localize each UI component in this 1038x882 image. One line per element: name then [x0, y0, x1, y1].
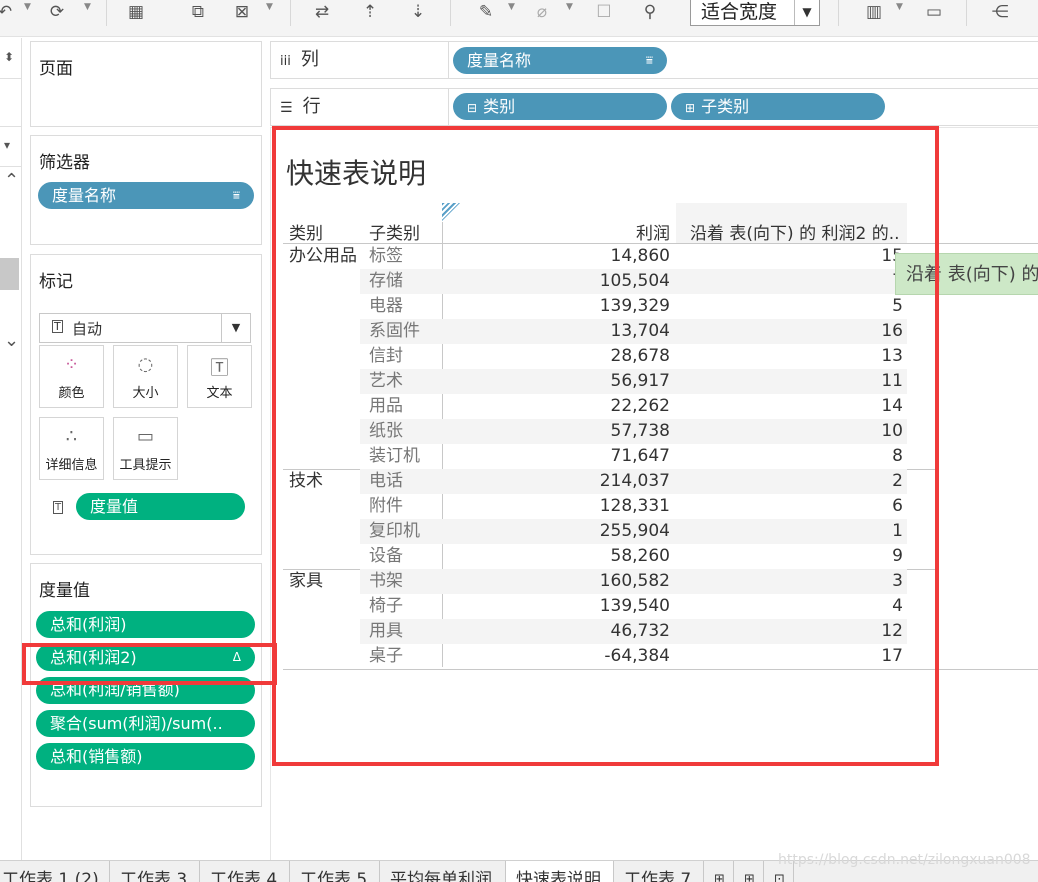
measure-pill-label: 总和(销售额): [50, 747, 143, 766]
marks-measure-values-pill[interactable]: 度量值: [76, 493, 245, 520]
mark-type-select[interactable]: T 自动 ▼: [39, 313, 251, 343]
watermark: https://blog.csdn.net/zilongxuan008: [778, 852, 1031, 868]
sort-icon: ⩸: [232, 188, 240, 202]
label-icon[interactable]: ☐: [592, 0, 616, 24]
color-button-label: 颜色: [58, 386, 85, 401]
marks-title: 标记: [39, 272, 73, 292]
chevron-down-icon: ▼: [794, 0, 819, 25]
columns-shelf-label: iii 列: [271, 42, 449, 78]
rows-icon: ☰: [280, 100, 293, 116]
redo-icon[interactable]: ⟳: [46, 0, 68, 24]
chevron-down-icon[interactable]: ▼: [84, 2, 91, 12]
tooltip-button-label: 工具提示: [119, 458, 172, 473]
size-button[interactable]: ◌ 大小: [113, 345, 178, 408]
measure-pill[interactable]: 总和(销售额): [36, 743, 255, 770]
new-worksheet-icon[interactable]: ▦: [124, 0, 148, 24]
filter-pill-measure-names[interactable]: 度量名称 ⩸: [38, 182, 254, 209]
scroll-up-icon[interactable]: ⌃: [4, 170, 19, 191]
chevron-down-icon[interactable]: ▼: [566, 2, 573, 12]
chevron-down-icon: ▼: [221, 314, 250, 342]
tab-sheet[interactable]: 工作表 1 (2): [0, 861, 110, 882]
chevron-down-icon[interactable]: ▼: [896, 2, 903, 12]
rows-shelf-label: ☰ 行: [271, 89, 449, 125]
measure-values-title: 度量值: [39, 581, 90, 601]
filters-title: 筛选器: [39, 153, 90, 173]
highlight-icon[interactable]: ✎: [474, 0, 498, 24]
detail-button[interactable]: ∴ 详细信息: [39, 417, 104, 480]
chevron-down-icon[interactable]: ▼: [24, 2, 31, 12]
rows-pill-label: 类别: [483, 97, 516, 116]
new-dashboard-icon[interactable]: ⊞: [734, 861, 764, 882]
highlight-box-measure: [22, 643, 277, 685]
chevron-down-icon[interactable]: ▾: [4, 138, 10, 152]
scroll-down-icon[interactable]: ⌄: [4, 330, 19, 351]
fit-width-select[interactable]: 适合宽度 ▼: [690, 0, 820, 26]
data-pane-strip: ⬍ ▾ ⌃ ⌄: [0, 38, 22, 860]
undo-icon[interactable]: ↶: [0, 0, 12, 24]
measure-pill-label: 总和(利润): [50, 615, 127, 634]
fit-width-label: 适合宽度: [701, 1, 778, 23]
expand-icon: ⊞: [685, 101, 696, 115]
tooltip-icon: ▭: [136, 426, 154, 447]
color-button[interactable]: ⁘ 颜色: [39, 345, 104, 408]
rows-shelf[interactable]: ☰ 行 ⊟ 类别 ⊞ 子类别: [270, 88, 1038, 126]
scrollbar-thumb[interactable]: [0, 258, 19, 290]
show-me-icon[interactable]: ▥: [862, 0, 886, 24]
rows-pill-category[interactable]: ⊟ 类别: [453, 93, 667, 120]
measure-pill[interactable]: 聚合(sum(利润)/sum(..: [36, 710, 255, 737]
columns-label-text: 列: [300, 49, 319, 70]
tab-sheet[interactable]: 平均每单利润: [380, 861, 506, 882]
swap-icon[interactable]: ⇄: [310, 0, 334, 24]
tab-sheet[interactable]: 工作表 3: [110, 861, 200, 882]
detail-icon: ∴: [65, 426, 78, 447]
new-worksheet-icon[interactable]: ⊞: [704, 861, 734, 882]
filters-card: 筛选器 度量名称 ⩸: [30, 135, 262, 245]
columns-icon: iii: [280, 54, 291, 69]
tooltip-button[interactable]: ▭ 工具提示: [113, 417, 178, 480]
text-mark-icon: T: [52, 320, 63, 333]
rows-pill-subcategory[interactable]: ⊞ 子类别: [671, 93, 885, 120]
color-dots-icon: ⁘: [63, 354, 80, 375]
mark-type-value: 自动: [72, 320, 103, 338]
text-button-label: 文本: [206, 386, 233, 401]
pages-card: 页面: [30, 41, 262, 127]
tab-sheet[interactable]: 工作表 7: [614, 861, 704, 882]
measure-pill-label: 聚合(sum(利润)/sum(..: [50, 714, 223, 733]
marks-field-label: 度量值: [90, 497, 139, 516]
size-icon: ◌: [137, 354, 154, 375]
clear-sheet-icon[interactable]: ⊠: [230, 0, 254, 24]
columns-pill-label: 度量名称: [467, 51, 532, 70]
toolbar: ↶ ▼ ⟳ ▼ ▦ ⧉ ⊠ ▼ ⇄ ⇡ ⇣ ✎ ▼ ⌀ ▼ ☐ ⚲ 适合宽度 ▼…: [0, 0, 1038, 37]
filter-pill-label: 度量名称: [52, 186, 117, 205]
pages-title: 页面: [39, 59, 73, 79]
sort-icon: ⩸: [645, 53, 653, 67]
pin-icon[interactable]: ⚲: [638, 0, 662, 24]
columns-pill-measure-names[interactable]: 度量名称 ⩸: [453, 47, 667, 74]
text-button[interactable]: 🅃 文本: [187, 345, 252, 408]
sort-desc-icon[interactable]: ⇣: [406, 0, 430, 24]
columns-shelf[interactable]: iii 列 度量名称 ⩸: [270, 41, 1038, 79]
size-button-label: 大小: [132, 386, 159, 401]
text-icon: 🅃: [210, 358, 229, 379]
rows-label-text: 行: [302, 96, 321, 117]
paperclip-icon[interactable]: ⌀: [530, 0, 554, 24]
scroll-arrows-icon[interactable]: ⬍: [4, 50, 14, 64]
measure-values-card: 度量值 总和(利润) 总和(利润2) Δ 总和(利润/销售额) 聚合(sum(利…: [30, 563, 262, 807]
tab-sheet[interactable]: 工作表 5: [290, 861, 380, 882]
marks-card: 标记 T 自动 ▼ ⁘ 颜色 ◌ 大小 🅃 文本 ∴ 详细信息 ▭ 工具提示 T…: [30, 254, 262, 555]
highlight-box-view: [272, 126, 939, 766]
tab-sheet[interactable]: 工作表 4: [200, 861, 290, 882]
presentation-icon[interactable]: ▭: [922, 0, 946, 24]
measure-pill[interactable]: 总和(利润): [36, 611, 255, 638]
collapse-icon: ⊟: [467, 101, 478, 115]
rows-pill-label: 子类别: [701, 97, 750, 116]
duplicate-icon[interactable]: ⧉: [186, 0, 210, 24]
detail-button-label: 详细信息: [45, 458, 98, 473]
chevron-down-icon[interactable]: ▼: [266, 2, 273, 12]
text-mark-icon: T: [53, 501, 64, 514]
share-icon[interactable]: ⋲: [988, 0, 1012, 24]
sort-asc-icon[interactable]: ⇡: [358, 0, 382, 24]
tab-active-sheet[interactable]: 快速表说明: [506, 861, 614, 882]
chevron-down-icon[interactable]: ▼: [508, 2, 515, 12]
